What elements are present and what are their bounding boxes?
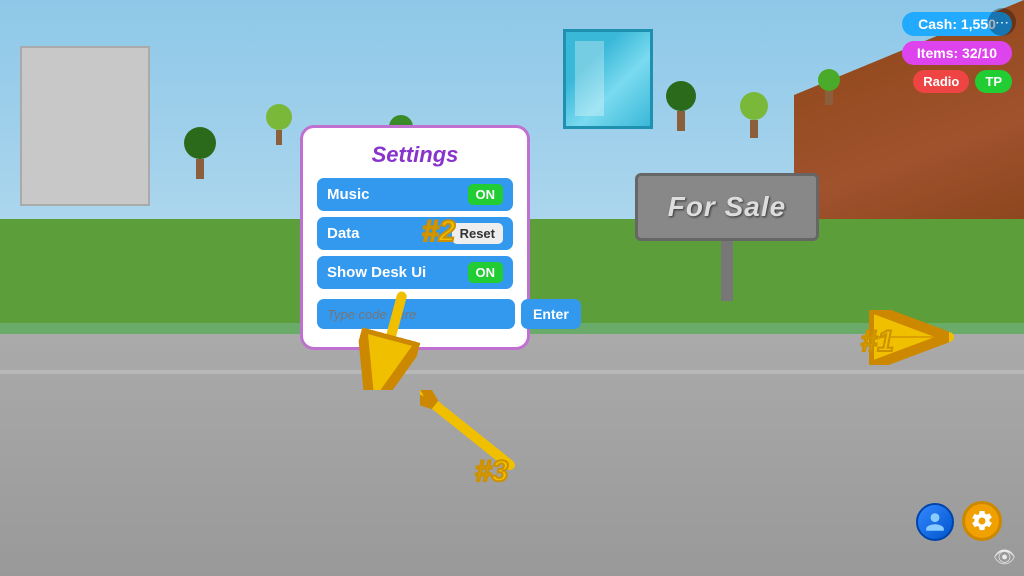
sidewalk: [0, 370, 1024, 374]
tree-2: [266, 104, 292, 145]
tree-1: [184, 127, 216, 179]
items-display: Items: 32/10: [902, 41, 1012, 65]
annotation-1: #1: [861, 325, 894, 359]
annotation-3: #3: [475, 455, 508, 489]
eye-icon: 👁: [993, 547, 1016, 568]
annotation-2: #2: [422, 215, 455, 249]
show-desk-ui-row: Show Desk Ui ON: [317, 256, 513, 289]
show-desk-ui-toggle[interactable]: ON: [468, 262, 504, 283]
hud-bottom-row: Radio TP: [913, 70, 1012, 93]
settings-title: Settings: [317, 142, 513, 168]
tree-4: [666, 81, 696, 131]
building-glass: [563, 29, 653, 129]
more-menu-button[interactable]: ⋯: [988, 8, 1016, 36]
tree-6: [818, 69, 840, 105]
data-row: Data Reset: [317, 217, 513, 250]
avatar-svg: [924, 511, 946, 533]
sign-post: [721, 241, 733, 301]
for-sale-text: For Sale: [635, 173, 819, 241]
radio-button[interactable]: Radio: [913, 70, 969, 93]
data-label: Data: [327, 225, 360, 242]
music-toggle[interactable]: ON: [468, 184, 504, 205]
tp-button[interactable]: TP: [975, 70, 1012, 93]
building-left: [20, 46, 150, 206]
music-row: Music ON: [317, 178, 513, 211]
data-reset-button[interactable]: Reset: [452, 223, 503, 244]
music-label: Music: [327, 186, 370, 203]
show-desk-ui-label: Show Desk Ui: [327, 264, 426, 281]
tree-5: [740, 92, 768, 138]
enter-button[interactable]: Enter: [521, 299, 581, 329]
arrow-2-svg: [350, 290, 430, 390]
gear-svg: [970, 509, 994, 533]
gear-icon[interactable]: [962, 501, 1002, 541]
for-sale-sign: For Sale: [635, 173, 819, 301]
avatar-icon: [916, 503, 954, 541]
